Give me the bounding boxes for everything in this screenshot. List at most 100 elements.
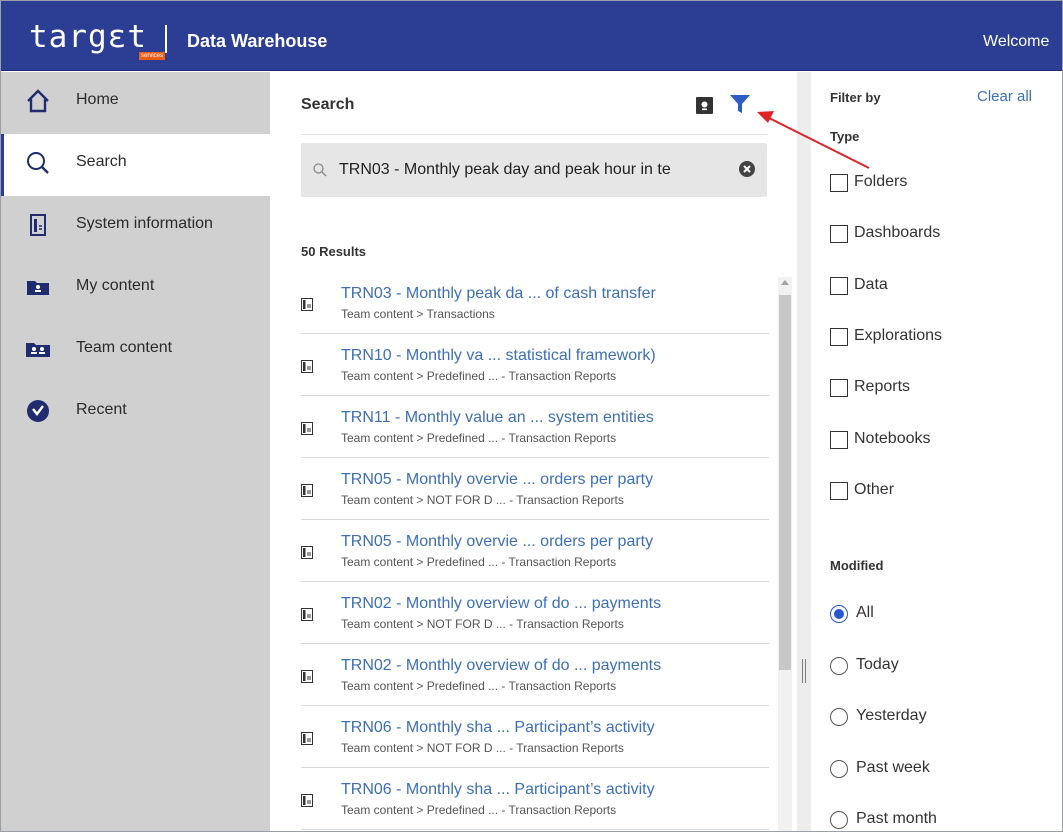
app-window: targεt services Data Warehouse Welcome H… [0,0,1063,832]
result-title-link[interactable]: TRN02 - Monthly overview of do ... payme… [341,595,661,613]
result-title-link[interactable]: TRN10 - Monthly va ... statistical frame… [341,347,656,365]
checkbox[interactable] [830,482,848,500]
result-path: Team content > NOT FOR D ... - Transacti… [341,741,624,755]
sidebar-item-home[interactable]: Home [1,72,270,134]
result-path: Team content > Predefined ... - Transact… [341,369,617,383]
report-icon [301,298,313,311]
save-search-icon[interactable] [694,94,716,116]
result-title-link[interactable]: TRN05 - Monthly overvie ... orders per p… [341,471,653,489]
result-title-link[interactable]: TRN05 - Monthly overvie ... orders per p… [341,533,653,551]
filter-icon[interactable] [729,93,751,115]
result-path: Team content > Transactions [341,307,495,321]
welcome-menu[interactable]: Welcome [983,33,1049,51]
sidebar-item-search[interactable]: Search [1,134,270,196]
result-row[interactable]: TRN06 - Monthly sha ... Participant’s ac… [301,706,769,768]
result-path: Team content > Predefined ... - Transact… [341,431,617,445]
type-section-title: Type [830,129,860,144]
result-row[interactable]: TRN02 - Monthly overview of do ... payme… [301,582,769,644]
result-row[interactable]: TRN02 - Monthly overview of do ... payme… [301,644,769,706]
result-row[interactable]: TRN05 - Monthly overvie ... orders per p… [301,458,769,520]
search-icon [313,163,327,177]
result-row[interactable]: TRN11 - Monthly value an ... system enti… [301,396,769,458]
result-path: Team content > Predefined ... - Transact… [341,803,617,817]
radio-button[interactable] [830,605,848,623]
panel-splitter[interactable] [797,72,811,831]
modified-section-title: Modified [830,558,884,573]
report-icon [301,670,313,683]
scroll-up-arrow-icon[interactable] [781,280,789,285]
results-scrollbar[interactable] [778,277,792,831]
sidebar-item-label: Team content [76,339,173,356]
result-path: Team content > NOT FOR D ... - Transacti… [341,493,624,507]
result-title-link[interactable]: TRN02 - Monthly overview of do ... payme… [341,657,661,675]
search-panel: Search 50 Results TRN [270,72,797,831]
checkbox[interactable] [830,431,848,449]
scrollbar-thumb[interactable] [779,295,791,670]
results-list: TRN03 - Monthly peak da ... of cash tran… [301,272,769,831]
checkbox[interactable] [830,379,848,397]
result-title-link[interactable]: TRN11 - Monthly value an ... system enti… [341,409,654,427]
checkbox[interactable] [830,328,848,346]
top-bar: targεt services Data Warehouse Welcome [1,1,1062,71]
report-icon [301,794,313,807]
report-icon [301,484,313,497]
sidebar-item-label: System information [76,215,213,232]
checkbox-label: Reports [854,378,911,395]
clear-all-link[interactable]: Clear all [977,88,1032,105]
divider [301,134,768,135]
checkbox[interactable] [830,225,848,243]
recent-icon [27,400,49,422]
search-box[interactable] [301,143,767,197]
result-title-link[interactable]: TRN06 - Monthly sha ... Participant’s ac… [341,719,655,737]
radio-label: Past week [856,759,930,776]
results-count: 50 Results [301,244,367,259]
filter-title: Filter by [830,90,881,105]
logo-text: targεt [29,19,147,55]
checkbox-label: Data [854,276,888,293]
checkbox-label: Dashboards [854,224,941,241]
folder-user-icon [27,281,49,295]
result-title-link[interactable]: TRN06 - Monthly sha ... Participant’s ac… [341,781,655,799]
sidebar-item-my-content[interactable]: My content [1,258,270,320]
report-icon [301,546,313,559]
report-icon [301,422,313,435]
radio-label: Past month [856,810,937,827]
result-row[interactable]: TRN06 - Monthly sha ... Participant’s ac… [301,768,769,830]
panel-title: Search [301,96,355,113]
clear-search-icon[interactable] [738,160,756,178]
search-input[interactable] [339,155,729,185]
logo-divider [165,25,167,53]
folder-team-icon [26,343,50,357]
radio-button[interactable] [830,708,848,726]
sidebar-item-recent[interactable]: Recent [1,382,270,444]
result-row[interactable]: TRN03 - Monthly peak da ... of cash tran… [301,272,769,334]
radio-button[interactable] [830,811,848,829]
sidebar: Home Search System information My conten… [1,72,270,831]
result-path: Team content > Predefined ... - Transact… [341,679,617,693]
radio-label: Today [856,656,899,673]
sidebar-item-team-content[interactable]: Team content [1,320,270,382]
radio-button[interactable] [830,657,848,675]
checkbox-label: Notebooks [854,430,931,447]
result-path: Team content > NOT FOR D ... - Transacti… [341,617,624,631]
checkbox[interactable] [830,277,848,295]
home-icon [27,89,49,113]
radio-label: All [856,604,874,621]
report-icon [301,732,313,745]
radio-label: Yesterday [856,707,927,724]
checkbox-label: Explorations [854,327,943,344]
report-icon [301,360,313,373]
result-title-link[interactable]: TRN03 - Monthly peak da ... of cash tran… [341,285,656,303]
checkbox-label: Other [854,481,895,498]
result-row[interactable]: TRN05 - Monthly overvie ... orders per p… [301,520,769,582]
search-icon [27,152,49,174]
splitter-grip-icon[interactable] [802,659,806,683]
sidebar-item-system-information[interactable]: System information [1,196,270,258]
radio-button[interactable] [830,760,848,778]
checkbox-label: Folders [854,173,908,190]
filter-panel: Filter by Clear all Type Folders Dashboa… [811,72,1062,831]
sidebar-item-label: Search [76,153,127,170]
checkbox[interactable] [830,174,848,192]
report-icon [301,608,313,621]
result-row[interactable]: TRN10 - Monthly va ... statistical frame… [301,334,769,396]
